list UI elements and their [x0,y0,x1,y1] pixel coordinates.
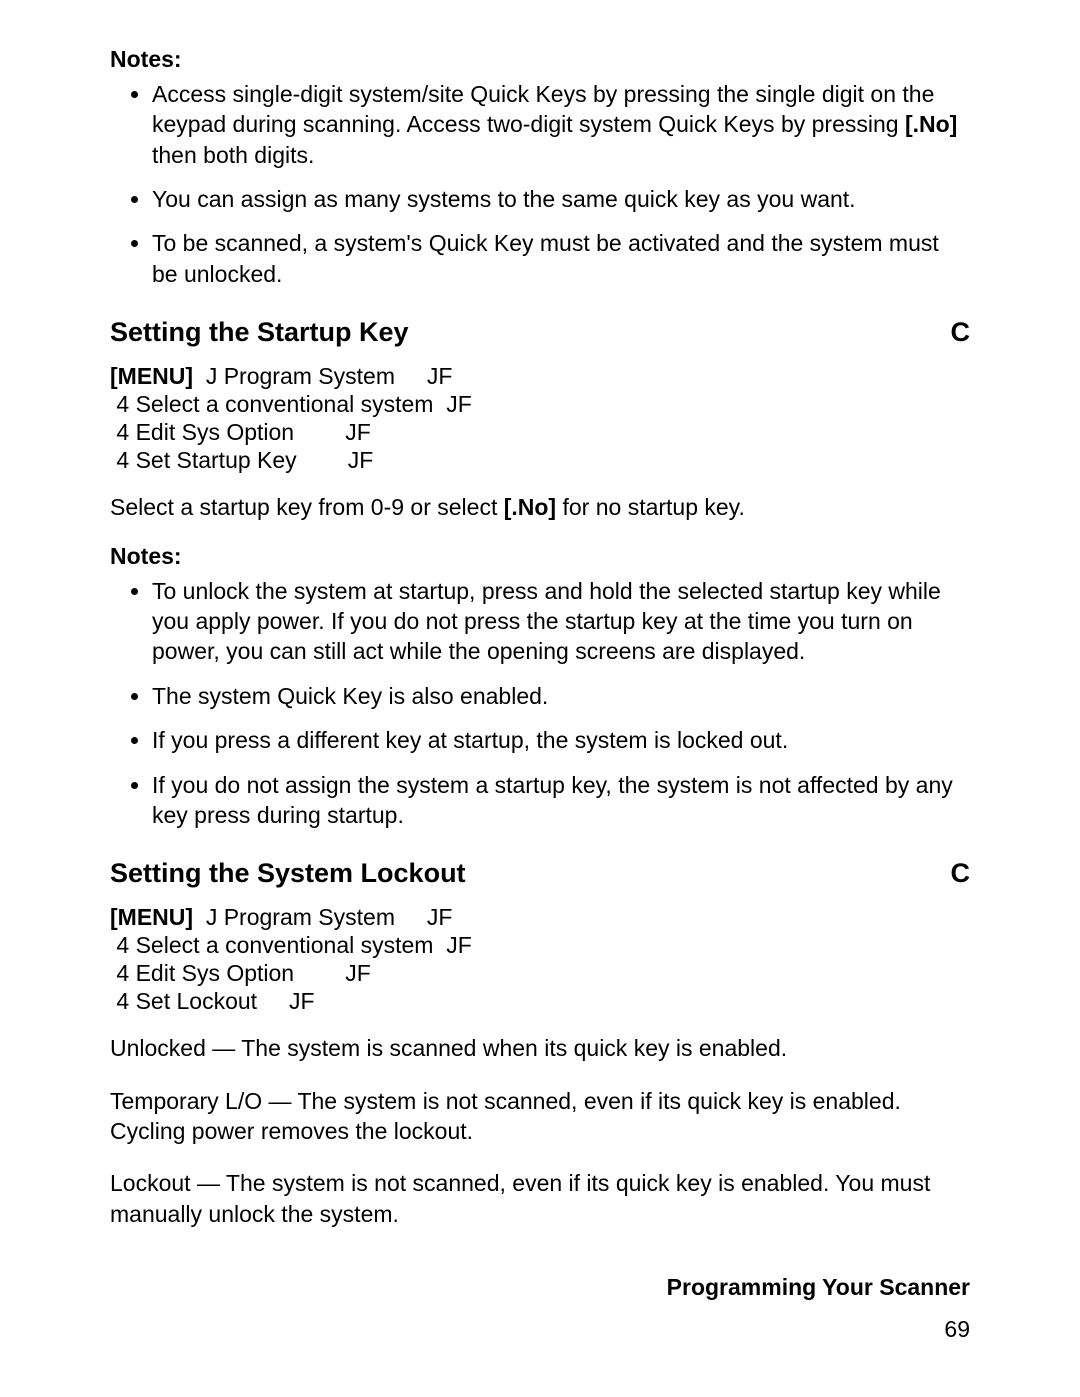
note-bold: [.No] [905,111,957,137]
step-prefix: 4 [116,391,135,417]
step-prefix: 4 [116,960,135,986]
step-text: Set Startup Key [136,447,297,473]
note-text: then both digits. [152,142,314,168]
section-marker: C [951,858,971,889]
menu-line: [MENU] J Program System JF [110,903,970,931]
list-item: You can assign as many systems to the sa… [152,184,970,214]
step-text [193,904,206,930]
step-text: Edit Sys Option [136,419,295,445]
notes-heading-2: Notes: [110,543,970,570]
para-text: Select a startup key from 0-9 or select [110,494,504,520]
step-suffix: JF [294,419,371,445]
paragraph: Select a startup key from 0-9 or select … [110,492,970,522]
list-item: If you press a different key at startup,… [152,725,970,755]
menu-line: 4 Select a conventional system JF [110,931,970,959]
section-title: Setting the System Lockout [110,858,466,889]
menu-button-label: [MENU] [110,904,193,930]
page-number: 69 [944,1316,970,1343]
note-text: You can assign as many systems to the sa… [152,186,856,212]
definition-temporary-lo: Temporary L/O — The system is not scanne… [110,1086,970,1147]
notes-list-2: To unlock the system at startup, press a… [110,576,970,831]
step-text: Select a conventional system [136,391,434,417]
step-prefix: 4 [116,932,135,958]
note-text: Access single-digit system/site Quick Ke… [152,81,934,137]
section-heading-startup-key: Setting the Startup Key C [110,317,970,348]
menu-line: 4 Set Startup Key JF [110,446,970,474]
menu-button-label: [MENU] [110,363,193,389]
list-item: If you do not assign the system a startu… [152,770,970,831]
definition-unlocked: Unlocked — The system is scanned when it… [110,1033,970,1063]
para-bold: [.No] [504,494,556,520]
step-text [193,363,206,389]
step-suffix: JF [433,391,471,417]
notes-heading-1: Notes: [110,46,970,73]
note-text: To be scanned, a system's Quick Key must… [152,230,939,286]
notes-list-1: Access single-digit system/site Quick Ke… [110,79,970,289]
step-suffix: JF [395,363,453,389]
menu-line: 4 Edit Sys Option JF [110,418,970,446]
menu-line: 4 Set Lockout JF [110,987,970,1015]
para-text: for no startup key. [556,494,745,520]
list-item: To unlock the system at startup, press a… [152,576,970,667]
step-prefix: 4 [116,419,135,445]
menu-steps-2: [MENU] J Program System JF 4 Select a co… [110,903,970,1015]
step-suffix: JF [257,988,315,1014]
list-item: The system Quick Key is also enabled. [152,681,970,711]
list-item: To be scanned, a system's Quick Key must… [152,228,970,289]
step-suffix: JF [433,932,471,958]
step-suffix: JF [297,447,374,473]
step-text: J Program System [206,904,395,930]
step-text: Edit Sys Option [136,960,295,986]
step-suffix: JF [294,960,371,986]
step-suffix: JF [395,904,453,930]
step-prefix: 4 [116,988,135,1014]
step-prefix: 4 [116,447,135,473]
step-text: Set Lockout [136,988,257,1014]
definition-lockout: Lockout — The system is not scanned, eve… [110,1168,970,1229]
menu-steps-1: [MENU] J Program System JF 4 Select a co… [110,362,970,474]
footer-chapter-title: Programming Your Scanner [667,1274,970,1301]
menu-line: [MENU] J Program System JF [110,362,970,390]
section-title: Setting the Startup Key [110,317,409,348]
menu-line: 4 Select a conventional system JF [110,390,970,418]
section-marker: C [951,317,971,348]
step-text: J Program System [206,363,395,389]
section-heading-system-lockout: Setting the System Lockout C [110,858,970,889]
list-item: Access single-digit system/site Quick Ke… [152,79,970,170]
step-text: Select a conventional system [136,932,434,958]
menu-line: 4 Edit Sys Option JF [110,959,970,987]
